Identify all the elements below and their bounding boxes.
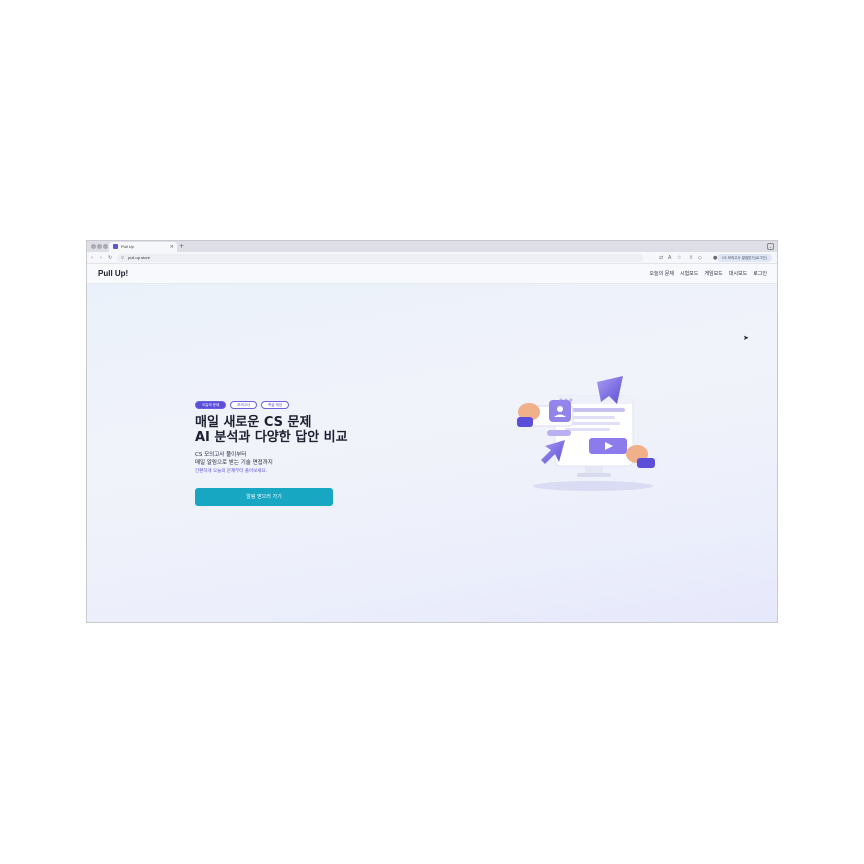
page-content: Pull Up! 오늘의 문제 시험모드 게임모드 대시보드 로그인 ➤ 오늘의… <box>87 264 777 622</box>
font-icon[interactable]: A <box>668 254 671 262</box>
browser-window: Pull Up × + ⌄ ‹ › ↻ ⚲ pull-up.store ⇄ A … <box>86 240 778 623</box>
tab-title: Pull Up <box>121 244 134 249</box>
nav-exam-mode[interactable]: 시험모드 <box>680 264 698 284</box>
hero-subtext: CS 모의고사 풀이부터 매일 알림으로 받는 기술 면접까지 <box>195 451 273 467</box>
back-icon[interactable]: ‹ <box>91 254 93 262</box>
star-icon[interactable]: ☆ <box>677 254 681 262</box>
hero-headline: 매일 새로운 CS 문제 AI 분석과 다양한 답안 비교 <box>195 415 348 445</box>
nav-dashboard[interactable]: 대시보드 <box>729 264 747 284</box>
nav-game-mode[interactable]: 게임모드 <box>704 264 722 284</box>
subscribe-button[interactable]: 알림 받으러 가기 <box>195 488 333 506</box>
close-window-icon[interactable] <box>91 244 96 249</box>
site-nav: 오늘의 문제 시험모드 게임모드 대시보드 로그인 <box>649 264 767 284</box>
feature-tags: 오늘의 문제 모의고사 학습 게임 <box>195 401 290 409</box>
headline-line-2: AI 분석과 다양한 답안 비교 <box>195 430 348 445</box>
tag-mock-exam[interactable]: 모의고사 <box>230 401 258 409</box>
reload-icon[interactable]: ↻ <box>108 254 112 262</box>
mouse-cursor-icon: ➤ <box>743 334 749 342</box>
nav-login[interactable]: 로그인 <box>753 264 767 284</box>
new-tab-button[interactable]: + <box>179 242 184 251</box>
tab-close-icon[interactable]: × <box>170 243 174 251</box>
address-bar[interactable]: ⚲ pull-up.store <box>117 254 643 262</box>
tag-today-problem[interactable]: 오늘의 문제 <box>195 401 227 409</box>
subtext-line-1: CS 모의고사 풀이부터 <box>195 452 247 458</box>
minimize-window-icon[interactable] <box>97 244 102 249</box>
maximize-window-icon[interactable] <box>103 244 108 249</box>
nav-today-problem[interactable]: 오늘의 문제 <box>649 264 674 284</box>
tag-learning-game[interactable]: 학습 게임 <box>261 401 290 409</box>
tab-menu-button[interactable]: ⌄ <box>767 243 774 250</box>
share-icon[interactable]: ⇪ <box>689 254 693 262</box>
site-info-icon[interactable]: ⚲ <box>121 254 124 262</box>
headline-line-1: 매일 새로운 CS 문제 <box>195 415 312 430</box>
site-header: Pull Up! 오늘의 문제 시험모드 게임모드 대시보드 로그인 <box>87 264 777 284</box>
subtext-line-2: 매일 알림으로 받는 기술 면접까지 <box>195 460 273 466</box>
translate-icon[interactable]: ⇄ <box>659 254 663 262</box>
url-text[interactable]: pull-up.store <box>128 254 150 262</box>
forward-icon[interactable]: › <box>100 254 102 262</box>
favicon-icon <box>113 244 118 249</box>
tab-bar: Pull Up × + ⌄ <box>87 241 777 252</box>
site-logo[interactable]: Pull Up! <box>98 267 128 281</box>
hero-hint: 간편하게 오늘의 문제부터 풀어보세요. <box>195 469 267 474</box>
extensions-icon[interactable]: ◇ <box>698 254 702 262</box>
profile-button[interactable]: CS 모의고사 알림받기(로그인) <box>716 254 772 262</box>
browser-toolbar: ‹ › ↻ ⚲ pull-up.store ⇄ A ☆ ⇪ ◇ ● CS 모의고… <box>87 252 777 264</box>
browser-tab[interactable]: Pull Up × <box>109 242 177 252</box>
hero-illustration <box>517 376 655 491</box>
